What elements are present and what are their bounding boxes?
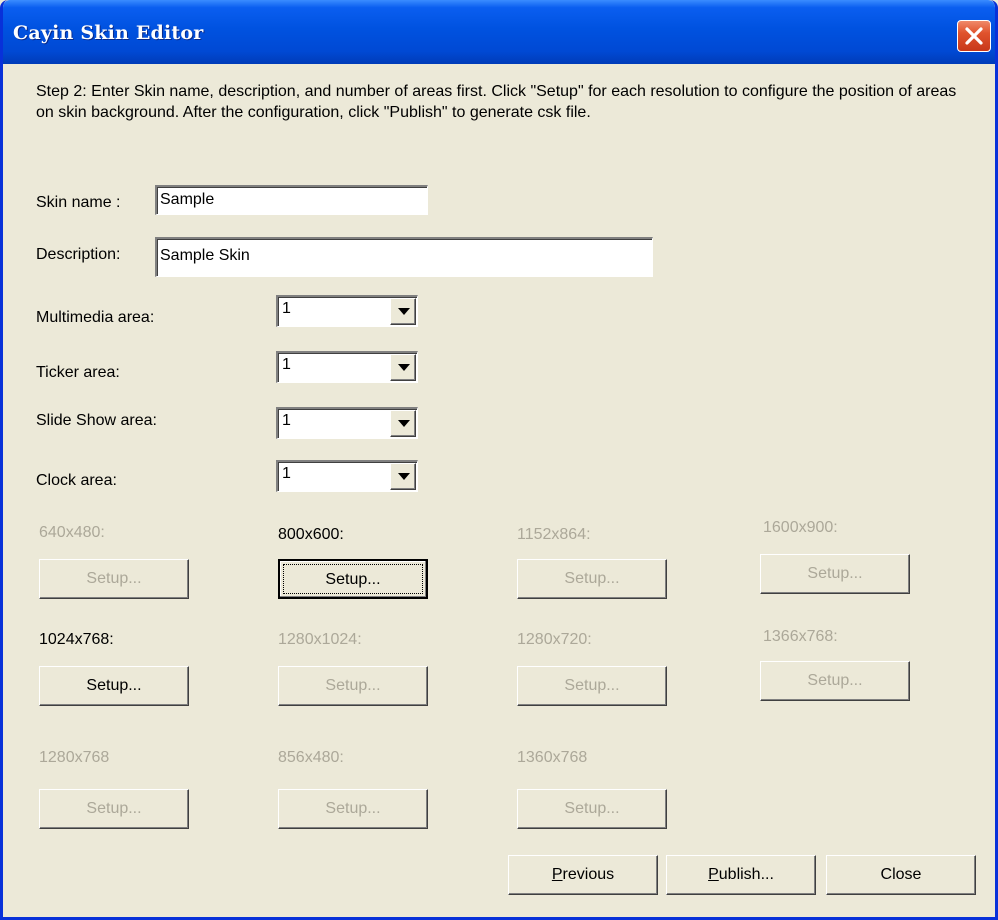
setup-button-1024x768[interactable]: Setup... bbox=[39, 666, 189, 706]
close-button[interactable]: Close bbox=[826, 855, 976, 895]
skin-name-label: Skin name : bbox=[36, 194, 121, 211]
res-label-800x600: 800x600: bbox=[278, 526, 344, 543]
ticker-area-select[interactable]: 1 bbox=[276, 351, 418, 383]
setup-button-1280x1024[interactable]: Setup... bbox=[278, 666, 428, 706]
skin-name-input[interactable]: Sample bbox=[155, 185, 428, 215]
multimedia-area-dropdown-button[interactable] bbox=[390, 298, 416, 325]
setup-button-640x480[interactable]: Setup... bbox=[39, 559, 189, 599]
ticker-area-dropdown-button[interactable] bbox=[390, 354, 416, 381]
res-label-1280x1024: 1280x1024: bbox=[278, 631, 362, 648]
dropdown-arrow-icon bbox=[398, 364, 410, 371]
clock-area-dropdown-button[interactable] bbox=[390, 463, 416, 490]
previous-button[interactable]: Previous bbox=[508, 855, 658, 895]
res-label-1152x864: 1152x864: bbox=[517, 526, 591, 543]
title-bar[interactable]: Cayin Skin Editor bbox=[3, 0, 995, 64]
skin-editor-window: Cayin Skin Editor Step 2: Enter Skin nam… bbox=[0, 0, 998, 920]
res-label-1360x768: 1360x768 bbox=[517, 749, 588, 766]
res-label-640x480: 640x480: bbox=[39, 524, 105, 541]
publish-button-mnemonic: P bbox=[708, 866, 719, 883]
dropdown-arrow-icon bbox=[398, 473, 410, 480]
description-label: Description: bbox=[36, 246, 121, 263]
setup-button-1360x768[interactable]: Setup... bbox=[517, 789, 667, 829]
dropdown-arrow-icon bbox=[398, 308, 410, 315]
window-title: Cayin Skin Editor bbox=[13, 22, 204, 44]
res-label-1024x768: 1024x768: bbox=[39, 631, 114, 648]
res-label-1600x900: 1600x900: bbox=[763, 519, 838, 536]
clock-area-value: 1 bbox=[282, 465, 291, 482]
close-window-button[interactable] bbox=[957, 20, 991, 52]
ticker-area-value: 1 bbox=[282, 356, 291, 373]
multimedia-area-label: Multimedia area: bbox=[36, 309, 155, 326]
instructions-text: Step 2: Enter Skin name, description, an… bbox=[36, 83, 957, 121]
res-label-1280x720: 1280x720: bbox=[517, 631, 592, 648]
res-label-856x480: 856x480: bbox=[278, 749, 344, 766]
clock-area-label: Clock area: bbox=[36, 472, 117, 489]
slide-show-area-select[interactable]: 1 bbox=[276, 407, 418, 439]
multimedia-area-value: 1 bbox=[282, 300, 291, 317]
setup-button-1280x768[interactable]: Setup... bbox=[39, 789, 189, 829]
previous-button-mnemonic: P bbox=[551, 866, 563, 883]
setup-button-1280x720[interactable]: Setup... bbox=[517, 666, 667, 706]
close-x-icon bbox=[965, 27, 983, 45]
slide-show-area-label: Slide Show area: bbox=[36, 412, 157, 429]
setup-button-1152x864[interactable]: Setup... bbox=[517, 559, 667, 599]
slide-show-area-dropdown-button[interactable] bbox=[390, 410, 416, 437]
res-label-1366x768: 1366x768: bbox=[763, 628, 838, 645]
setup-button-800x600[interactable]: Setup... bbox=[278, 559, 428, 599]
publish-button-label: ublish... bbox=[718, 866, 774, 883]
ticker-area-label: Ticker area: bbox=[36, 364, 120, 381]
previous-button-label: revious bbox=[562, 866, 615, 883]
dropdown-arrow-icon bbox=[398, 420, 410, 427]
clock-area-select[interactable]: 1 bbox=[276, 460, 418, 492]
description-input[interactable]: Sample Skin bbox=[155, 237, 653, 277]
publish-button[interactable]: Publish... bbox=[666, 855, 816, 895]
res-label-1280x768: 1280x768 bbox=[39, 749, 110, 766]
focus-indicator bbox=[283, 564, 423, 594]
multimedia-area-select[interactable]: 1 bbox=[276, 295, 418, 327]
setup-button-1366x768[interactable]: Setup... bbox=[760, 661, 910, 701]
setup-button-1600x900[interactable]: Setup... bbox=[760, 554, 910, 594]
slide-show-area-value: 1 bbox=[282, 412, 291, 429]
setup-button-856x480[interactable]: Setup... bbox=[278, 789, 428, 829]
dialog-body: Step 2: Enter Skin name, description, an… bbox=[3, 64, 995, 917]
